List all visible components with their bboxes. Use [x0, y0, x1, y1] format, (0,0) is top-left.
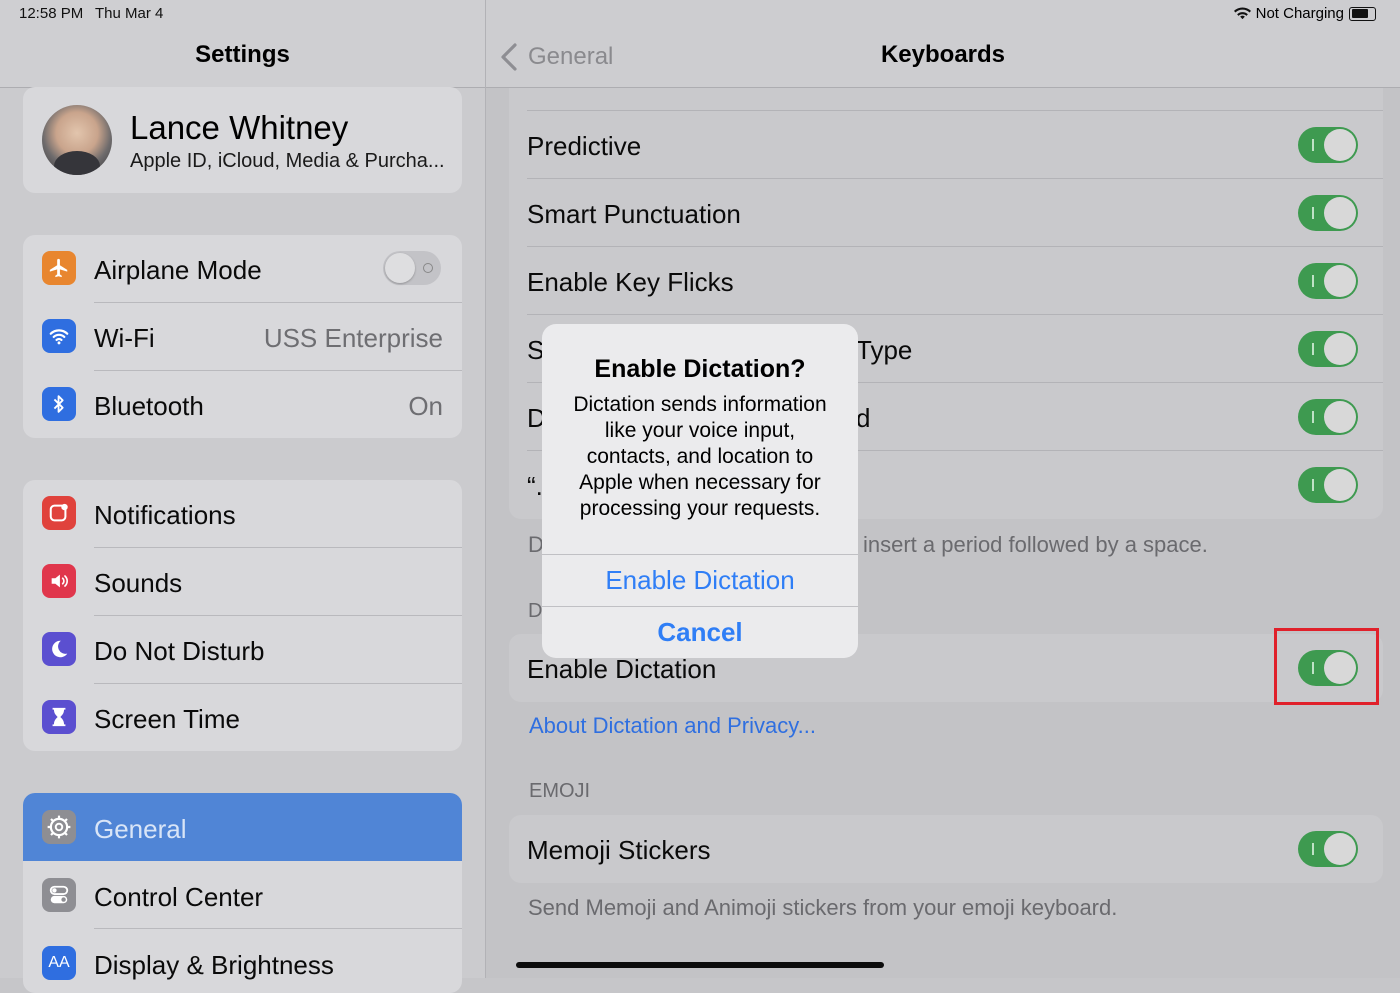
gear-icon — [42, 810, 76, 844]
about-dictation-link[interactable]: About Dictation and Privacy... — [529, 713, 816, 739]
enable-key-flicks-toggle[interactable] — [1298, 263, 1358, 299]
toggle-off-indicator — [423, 263, 433, 273]
enable-dictation-alert: Enable Dictation? Dictation sends inform… — [542, 324, 858, 658]
avatar-shoulders — [54, 151, 100, 175]
airplane-mode-toggle[interactable] — [383, 251, 441, 285]
avatar[interactable] — [42, 105, 112, 175]
predictive-row: Predictive — [509, 111, 1383, 179]
bluetooth-label: Bluetooth — [94, 391, 204, 421]
cancel-button[interactable]: Cancel — [542, 607, 858, 658]
predictive-toggle[interactable] — [1298, 127, 1358, 163]
control-center-icon — [42, 878, 76, 912]
connectivity-group: Airplane Mode Wi-Fi USS Enterprise Bluet… — [23, 235, 462, 438]
battery-text: Not Charging — [1255, 5, 1344, 22]
memoji-stickers-label: Memoji Stickers — [527, 835, 711, 865]
profile-card[interactable]: Lance Whitney Apple ID, iCloud, Media & … — [23, 87, 462, 193]
sounds-label: Sounds — [94, 568, 183, 598]
memoji-footer: Send Memoji and Animoji stickers from yo… — [528, 895, 1118, 920]
display-icon: AA — [42, 946, 76, 980]
period-shortcut-label: “. — [527, 471, 543, 501]
enable-key-flicks-label: Enable Key Flicks — [527, 267, 734, 297]
airplane-mode-label: Airplane Mode — [94, 255, 262, 285]
notifications-group: Notifications Sounds Do Not Disturb Scre… — [23, 480, 462, 751]
sidebar-item-do-not-disturb[interactable]: Do Not Disturb — [23, 616, 462, 684]
memoji-stickers-row: Memoji Stickers — [509, 815, 1383, 883]
sidebar-title: Settings — [195, 41, 290, 68]
hourglass-icon — [42, 700, 76, 734]
period-shortcut-toggle[interactable] — [1298, 467, 1358, 503]
dictation-section-header: D — [528, 600, 543, 622]
highlight-box — [1274, 628, 1379, 705]
sounds-icon — [42, 564, 76, 598]
sidebar-item-bluetooth[interactable]: Bluetooth On — [23, 371, 462, 438]
general-group: General Control Center AA Display & Brig… — [23, 793, 462, 993]
smart-punctuation-label: Smart Punctuation — [527, 199, 741, 229]
slide-to-type-toggle[interactable] — [1298, 331, 1358, 367]
wifi-value: USS Enterprise — [263, 323, 443, 353]
wifi-icon — [42, 319, 76, 353]
sidebar-item-notifications[interactable]: Notifications — [23, 480, 462, 548]
screen-time-label: Screen Time — [94, 704, 240, 734]
detail-title: Keyboards — [880, 41, 1006, 68]
status-date: Thu Mar 4 — [95, 5, 164, 22]
general-label: General — [94, 814, 187, 844]
airplane-toggle-knob — [385, 253, 415, 283]
alert-message: Dictation sends information like your vo… — [573, 393, 827, 520]
enable-key-flicks-row: Enable Key Flicks — [509, 247, 1383, 315]
enable-dictation-label: Enable Dictation — [527, 654, 717, 684]
predictive-label: Predictive — [527, 131, 642, 161]
sidebar-item-general[interactable]: General — [23, 793, 462, 861]
control-center-label: Control Center — [94, 882, 264, 912]
do-not-disturb-label: Do Not Disturb — [94, 636, 265, 666]
moon-icon — [42, 632, 76, 666]
delete-slide-label-right: d — [856, 403, 871, 433]
alert-title: Enable Dictation? — [594, 355, 806, 383]
slide-to-type-label-right: Type — [856, 335, 913, 365]
sidebar-item-display-brightness[interactable]: AA Display & Brightness — [23, 929, 462, 993]
wifi-label: Wi-Fi — [94, 323, 155, 353]
display-brightness-label: Display & Brightness — [94, 950, 334, 980]
sidebar-item-screen-time[interactable]: Screen Time — [23, 684, 462, 751]
wifi-status-icon — [1233, 7, 1251, 20]
profile-name: Lance Whitney — [130, 109, 349, 146]
home-indicator[interactable] — [516, 962, 884, 968]
sidebar-item-control-center[interactable]: Control Center — [23, 861, 462, 929]
memoji-stickers-toggle[interactable] — [1298, 831, 1358, 867]
emoji-section-header: EMOJI — [529, 780, 591, 802]
sidebar-item-airplane-mode[interactable]: Airplane Mode — [23, 235, 462, 303]
bluetooth-value: On — [408, 391, 443, 421]
smart-punctuation-row: Smart Punctuation — [509, 179, 1383, 247]
sidebar: 12:58 PM Thu Mar 4 Settings Lance Whitne… — [0, 0, 485, 993]
status-battery: Not Charging — [1233, 5, 1376, 22]
airplane-icon — [42, 251, 76, 285]
enable-dictation-button[interactable]: Enable Dictation — [542, 555, 858, 606]
sidebar-item-sounds[interactable]: Sounds — [23, 548, 462, 616]
smart-punctuation-toggle[interactable] — [1298, 195, 1358, 231]
battery-icon — [1349, 6, 1376, 21]
notifications-icon — [42, 496, 76, 530]
delete-slide-toggle[interactable] — [1298, 399, 1358, 435]
status-time: 12:58 PM — [19, 5, 84, 22]
bluetooth-icon — [42, 387, 76, 421]
profile-subtitle: Apple ID, iCloud, Media & Purcha... — [130, 150, 445, 172]
sidebar-item-wifi[interactable]: Wi-Fi USS Enterprise — [23, 303, 462, 371]
notifications-label: Notifications — [94, 500, 236, 530]
period-footer-right: insert a period followed by a space. — [863, 532, 1208, 557]
